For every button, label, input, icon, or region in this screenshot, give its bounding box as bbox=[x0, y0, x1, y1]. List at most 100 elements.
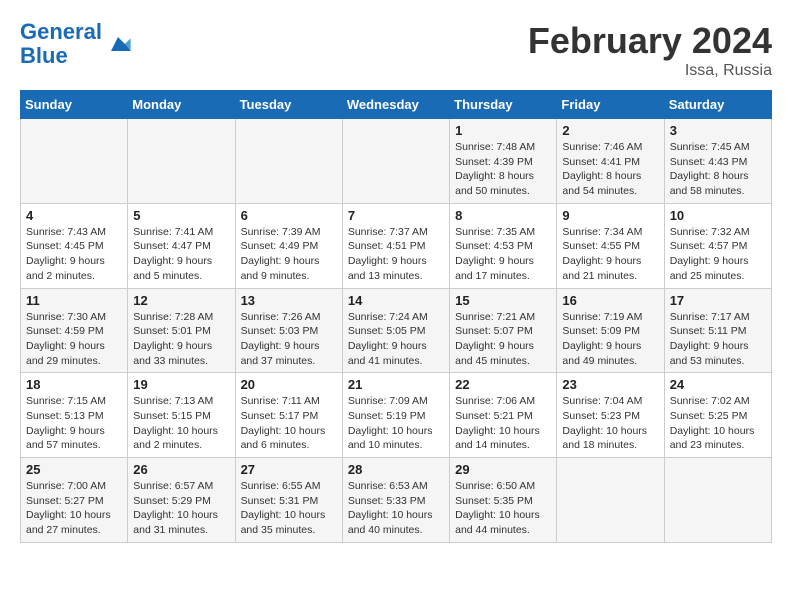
calendar-cell: 2Sunrise: 7:46 AM Sunset: 4:41 PM Daylig… bbox=[557, 119, 664, 204]
day-number: 21 bbox=[348, 377, 444, 392]
calendar-cell: 20 Sunrise: 7:11 AM Sunset: 5:17 PM Dayli… bbox=[235, 373, 342, 458]
day-info: Sunrise: 7:09 AM Sunset: 5:19 PM Dayligh… bbox=[348, 394, 444, 453]
calendar-cell: 19Sunrise: 7:13 AM Sunset: 5:15 PM Dayli… bbox=[128, 373, 235, 458]
logo-text: GeneralBlue bbox=[20, 20, 102, 68]
calendar-cell: 26 Sunrise: 6:57 AM Sunset: 5:29 PM Dayli… bbox=[128, 458, 235, 543]
weekday-header: Monday bbox=[128, 91, 235, 119]
day-info: Sunrise: 7:30 AM Sunset: 4:59 PM Dayligh… bbox=[26, 310, 122, 369]
day-number: 10 bbox=[670, 208, 766, 223]
day-info: Sunrise: 7:35 AM Sunset: 4:53 PM Dayligh… bbox=[455, 225, 551, 284]
day-number: 26 bbox=[133, 462, 229, 477]
day-info: Sunrise: 7:45 AM Sunset: 4:43 PM Dayligh… bbox=[670, 140, 766, 199]
calendar-cell: 27 Sunrise: 6:55 AM Sunset: 5:31 PM Dayli… bbox=[235, 458, 342, 543]
calendar-cell: 6 Sunrise: 7:39 AM Sunset: 4:49 PM Daylig… bbox=[235, 203, 342, 288]
day-info: Sunrise: 7:48 AM Sunset: 4:39 PM Dayligh… bbox=[455, 140, 551, 199]
day-number: 24 bbox=[670, 377, 766, 392]
calendar-week-row: 4Sunrise: 7:43 AM Sunset: 4:45 PM Daylig… bbox=[21, 203, 772, 288]
day-info: Sunrise: 7:43 AM Sunset: 4:45 PM Dayligh… bbox=[26, 225, 122, 284]
day-number: 14 bbox=[348, 293, 444, 308]
day-info: Sunrise: 7:34 AM Sunset: 4:55 PM Dayligh… bbox=[562, 225, 658, 284]
day-info: Sunrise: 6:50 AM Sunset: 5:35 PM Dayligh… bbox=[455, 479, 551, 538]
day-number: 29 bbox=[455, 462, 551, 477]
day-number: 22 bbox=[455, 377, 551, 392]
calendar-cell: 12 Sunrise: 7:28 AM Sunset: 5:01 PM Dayli… bbox=[128, 288, 235, 373]
calendar-cell: 3 Sunrise: 7:45 AM Sunset: 4:43 PM Daylig… bbox=[664, 119, 771, 204]
calendar-cell: 13 Sunrise: 7:26 AM Sunset: 5:03 PM Dayli… bbox=[235, 288, 342, 373]
day-info: Sunrise: 7:39 AM Sunset: 4:49 PM Dayligh… bbox=[241, 225, 337, 284]
weekday-header: Wednesday bbox=[342, 91, 449, 119]
day-number: 25 bbox=[26, 462, 122, 477]
day-number: 23 bbox=[562, 377, 658, 392]
calendar-cell: 8 Sunrise: 7:35 AM Sunset: 4:53 PM Daylig… bbox=[450, 203, 557, 288]
day-number: 6 bbox=[241, 208, 337, 223]
day-info: Sunrise: 7:15 AM Sunset: 5:13 PM Dayligh… bbox=[26, 394, 122, 453]
calendar-cell: 24 Sunrise: 7:02 AM Sunset: 5:25 PM Dayli… bbox=[664, 373, 771, 458]
calendar-cell: 18 Sunrise: 7:15 AM Sunset: 5:13 PM Dayli… bbox=[21, 373, 128, 458]
day-number: 15 bbox=[455, 293, 551, 308]
weekday-header: Saturday bbox=[664, 91, 771, 119]
day-info: Sunrise: 7:06 AM Sunset: 5:21 PM Dayligh… bbox=[455, 394, 551, 453]
logo-icon bbox=[104, 30, 132, 58]
day-number: 9 bbox=[562, 208, 658, 223]
calendar-cell: 16 Sunrise: 7:19 AM Sunset: 5:09 PM Dayli… bbox=[557, 288, 664, 373]
calendar-cell bbox=[557, 458, 664, 543]
day-info: Sunrise: 7:41 AM Sunset: 4:47 PM Dayligh… bbox=[133, 225, 229, 284]
day-number: 1 bbox=[455, 123, 551, 138]
day-number: 28 bbox=[348, 462, 444, 477]
calendar-cell: 17Sunrise: 7:17 AM Sunset: 5:11 PM Dayli… bbox=[664, 288, 771, 373]
day-info: Sunrise: 7:21 AM Sunset: 5:07 PM Dayligh… bbox=[455, 310, 551, 369]
calendar-cell: 29 Sunrise: 6:50 AM Sunset: 5:35 PM Dayli… bbox=[450, 458, 557, 543]
day-number: 12 bbox=[133, 293, 229, 308]
calendar-week-row: 18 Sunrise: 7:15 AM Sunset: 5:13 PM Dayli… bbox=[21, 373, 772, 458]
calendar-week-row: 25 Sunrise: 7:00 AM Sunset: 5:27 PM Dayli… bbox=[21, 458, 772, 543]
day-info: Sunrise: 7:13 AM Sunset: 5:15 PM Dayligh… bbox=[133, 394, 229, 453]
calendar-cell: 25 Sunrise: 7:00 AM Sunset: 5:27 PM Dayli… bbox=[21, 458, 128, 543]
calendar-week-row: 1 Sunrise: 7:48 AM Sunset: 4:39 PM Daylig… bbox=[21, 119, 772, 204]
day-info: Sunrise: 7:11 AM Sunset: 5:17 PM Dayligh… bbox=[241, 394, 337, 453]
day-info: Sunrise: 7:46 AM Sunset: 4:41 PM Dayligh… bbox=[562, 140, 658, 199]
day-info: Sunrise: 7:17 AM Sunset: 5:11 PM Dayligh… bbox=[670, 310, 766, 369]
day-info: Sunrise: 7:02 AM Sunset: 5:25 PM Dayligh… bbox=[670, 394, 766, 453]
calendar-cell bbox=[664, 458, 771, 543]
weekday-header: Thursday bbox=[450, 91, 557, 119]
calendar-cell: 4Sunrise: 7:43 AM Sunset: 4:45 PM Daylig… bbox=[21, 203, 128, 288]
day-info: Sunrise: 7:00 AM Sunset: 5:27 PM Dayligh… bbox=[26, 479, 122, 538]
weekday-header: Friday bbox=[557, 91, 664, 119]
calendar-week-row: 11 Sunrise: 7:30 AM Sunset: 4:59 PM Dayli… bbox=[21, 288, 772, 373]
day-info: Sunrise: 6:57 AM Sunset: 5:29 PM Dayligh… bbox=[133, 479, 229, 538]
calendar-cell: 9 Sunrise: 7:34 AM Sunset: 4:55 PM Daylig… bbox=[557, 203, 664, 288]
month-title: February 2024 bbox=[528, 20, 772, 62]
day-info: Sunrise: 6:55 AM Sunset: 5:31 PM Dayligh… bbox=[241, 479, 337, 538]
calendar-cell bbox=[235, 119, 342, 204]
day-info: Sunrise: 7:04 AM Sunset: 5:23 PM Dayligh… bbox=[562, 394, 658, 453]
day-number: 13 bbox=[241, 293, 337, 308]
day-info: Sunrise: 7:37 AM Sunset: 4:51 PM Dayligh… bbox=[348, 225, 444, 284]
day-info: Sunrise: 7:28 AM Sunset: 5:01 PM Dayligh… bbox=[133, 310, 229, 369]
day-info: Sunrise: 7:19 AM Sunset: 5:09 PM Dayligh… bbox=[562, 310, 658, 369]
day-number: 16 bbox=[562, 293, 658, 308]
day-number: 3 bbox=[670, 123, 766, 138]
logo: GeneralBlue bbox=[20, 20, 132, 68]
calendar-cell: 7Sunrise: 7:37 AM Sunset: 4:51 PM Daylig… bbox=[342, 203, 449, 288]
header: GeneralBlue February 2024 Issa, Russia bbox=[20, 20, 772, 80]
weekday-header: Sunday bbox=[21, 91, 128, 119]
day-info: Sunrise: 7:24 AM Sunset: 5:05 PM Dayligh… bbox=[348, 310, 444, 369]
calendar-cell: 14 Sunrise: 7:24 AM Sunset: 5:05 PM Dayli… bbox=[342, 288, 449, 373]
calendar-cell: 5Sunrise: 7:41 AM Sunset: 4:47 PM Daylig… bbox=[128, 203, 235, 288]
day-info: Sunrise: 6:53 AM Sunset: 5:33 PM Dayligh… bbox=[348, 479, 444, 538]
weekday-header-row: SundayMondayTuesdayWednesdayThursdayFrid… bbox=[21, 91, 772, 119]
title-area: February 2024 Issa, Russia bbox=[528, 20, 772, 80]
day-number: 11 bbox=[26, 293, 122, 308]
calendar-cell bbox=[21, 119, 128, 204]
day-number: 27 bbox=[241, 462, 337, 477]
calendar-cell: 1 Sunrise: 7:48 AM Sunset: 4:39 PM Daylig… bbox=[450, 119, 557, 204]
day-number: 20 bbox=[241, 377, 337, 392]
day-number: 18 bbox=[26, 377, 122, 392]
calendar-cell: 21 Sunrise: 7:09 AM Sunset: 5:19 PM Dayli… bbox=[342, 373, 449, 458]
calendar-cell bbox=[128, 119, 235, 204]
calendar-cell: 28 Sunrise: 6:53 AM Sunset: 5:33 PM Dayli… bbox=[342, 458, 449, 543]
calendar-cell: 22 Sunrise: 7:06 AM Sunset: 5:21 PM Dayli… bbox=[450, 373, 557, 458]
day-info: Sunrise: 7:26 AM Sunset: 5:03 PM Dayligh… bbox=[241, 310, 337, 369]
location-title: Issa, Russia bbox=[528, 62, 772, 80]
day-number: 8 bbox=[455, 208, 551, 223]
